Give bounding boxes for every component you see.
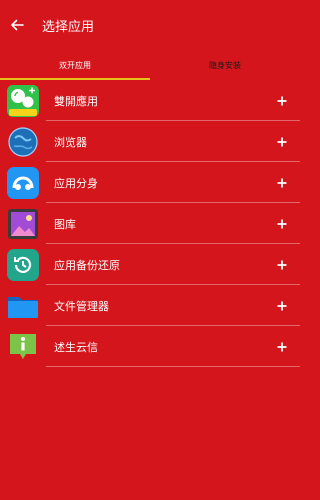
page-title: 选择应用: [42, 19, 95, 35]
arrow-left-icon: [11, 19, 24, 31]
folder-icon: [6, 289, 40, 323]
app-label: 文件管理器: [54, 299, 109, 313]
app-bar: 选择应用: [0, 0, 300, 50]
app-list: 雙開應用 浏览器 应用分身 图库 应用备份还原 文件管理器 述生云信: [0, 80, 300, 367]
tab-bar: 双开应用 隐身安装: [0, 50, 300, 80]
list-item-info-message[interactable]: 述生云信: [0, 326, 300, 367]
backup-restore-icon: [6, 248, 40, 282]
tab-label: 隐身安装: [209, 60, 241, 70]
list-item-backup-restore[interactable]: 应用备份还原: [0, 244, 300, 285]
app-clone-icon: [6, 166, 40, 200]
add-icon[interactable]: [274, 134, 290, 150]
app-label: 应用备份还原: [54, 258, 120, 272]
app-label: 述生云信: [54, 340, 98, 354]
add-icon[interactable]: [274, 216, 290, 232]
app-label: 雙開應用: [54, 94, 98, 108]
globe-icon: [6, 125, 40, 159]
add-icon[interactable]: [274, 339, 290, 355]
info-message-icon: [6, 330, 40, 364]
tab-dual-apps[interactable]: 双开应用: [0, 50, 150, 80]
add-icon[interactable]: [274, 298, 290, 314]
dual-whatsapp-icon: [6, 84, 40, 118]
gallery-icon: [6, 207, 40, 241]
add-icon[interactable]: [274, 175, 290, 191]
app-label: 图库: [54, 217, 76, 231]
add-icon[interactable]: [274, 93, 290, 109]
app-label: 应用分身: [54, 176, 98, 190]
back-button[interactable]: [2, 0, 32, 50]
list-item-gallery[interactable]: 图库: [0, 203, 300, 244]
tab-label: 双开应用: [59, 60, 91, 70]
list-item-dual-apps[interactable]: 雙開應用: [0, 80, 300, 121]
list-item-browser[interactable]: 浏览器: [0, 121, 300, 162]
add-icon[interactable]: [274, 257, 290, 273]
tab-stealth-install[interactable]: 隐身安装: [150, 50, 300, 80]
list-item-file-manager[interactable]: 文件管理器: [0, 285, 300, 326]
list-item-app-clone[interactable]: 应用分身: [0, 162, 300, 203]
app-label: 浏览器: [54, 135, 87, 149]
